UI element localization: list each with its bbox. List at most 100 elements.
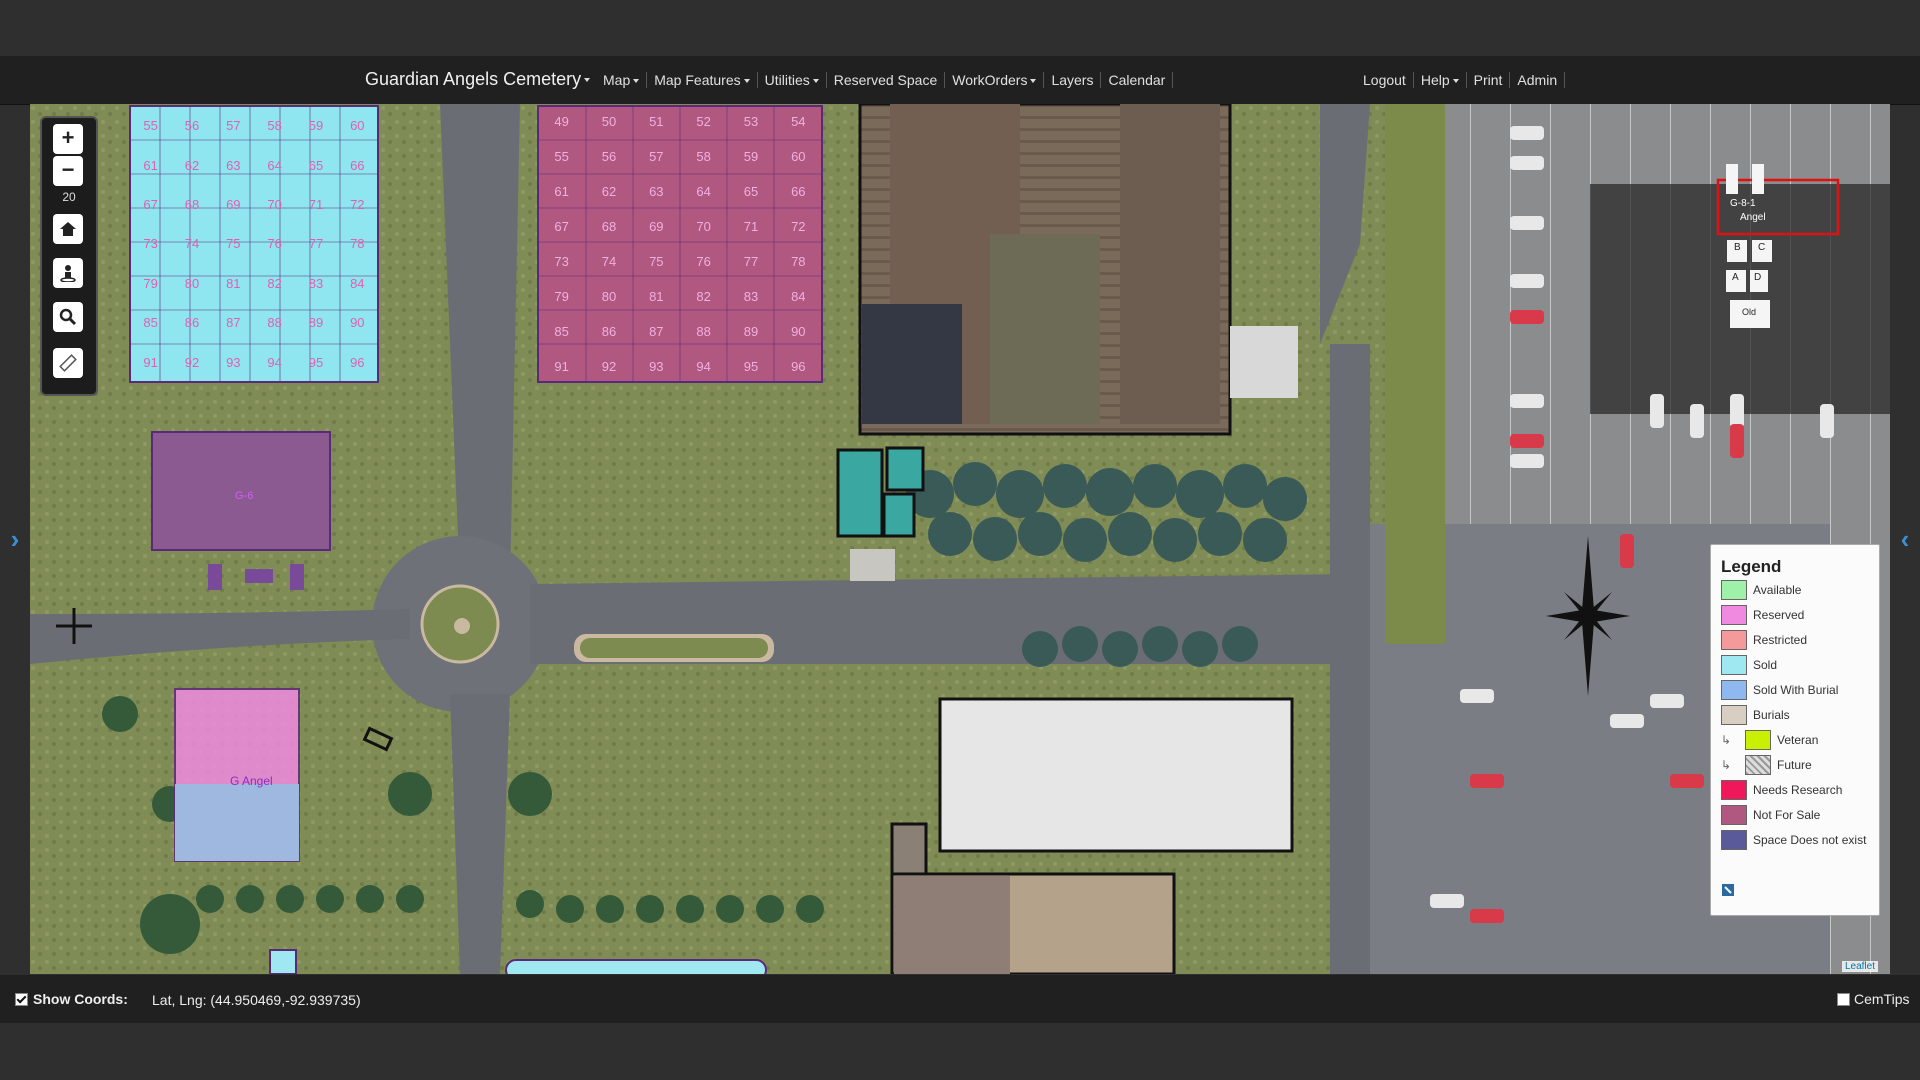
plot-number[interactable]: 65 xyxy=(295,145,336,184)
plot-number[interactable]: 66 xyxy=(775,174,822,209)
plot-number[interactable]: 64 xyxy=(254,145,295,184)
zoom-out-button[interactable]: − xyxy=(53,156,83,186)
plot-number[interactable]: 67 xyxy=(130,185,171,224)
plot-number[interactable]: 71 xyxy=(295,185,336,224)
nav-admin[interactable]: Admin xyxy=(1510,72,1566,88)
plot-number[interactable]: 84 xyxy=(337,264,378,303)
plot-number[interactable]: 69 xyxy=(633,209,680,244)
show-coords-checkbox[interactable] xyxy=(15,992,28,1006)
plot-number[interactable]: 83 xyxy=(295,264,336,303)
plot-number[interactable]: 63 xyxy=(213,145,254,184)
ruler-button[interactable] xyxy=(53,348,83,378)
nav-workorders[interactable]: WorkOrders xyxy=(945,72,1045,88)
plot-number[interactable]: 76 xyxy=(680,244,727,279)
zoom-in-button[interactable]: + xyxy=(53,124,83,154)
plot-number[interactable]: 60 xyxy=(775,139,822,174)
nav-logout[interactable]: Logout xyxy=(1356,72,1414,88)
plot-number[interactable]: 74 xyxy=(585,244,632,279)
plot-number[interactable]: 68 xyxy=(585,209,632,244)
nav-map-features[interactable]: Map Features xyxy=(647,72,758,88)
nav-map[interactable]: Map xyxy=(596,72,648,88)
plot-number[interactable]: 89 xyxy=(727,314,774,349)
plot-number[interactable]: 59 xyxy=(727,139,774,174)
plot-number[interactable]: 79 xyxy=(538,279,585,314)
plot-number[interactable]: 66 xyxy=(337,145,378,184)
plot-number[interactable]: 96 xyxy=(337,343,378,382)
plot-number[interactable]: 55 xyxy=(538,139,585,174)
plot-number[interactable]: 61 xyxy=(538,174,585,209)
plot-number[interactable]: 85 xyxy=(130,303,171,342)
plot-number[interactable]: 87 xyxy=(633,314,680,349)
plot-number[interactable]: 95 xyxy=(727,349,774,384)
plot-number[interactable]: 93 xyxy=(213,343,254,382)
plot-number[interactable]: 94 xyxy=(254,343,295,382)
plot-number[interactable]: 62 xyxy=(171,145,212,184)
zoom-search-button[interactable] xyxy=(53,302,83,332)
legend-collapse-icon[interactable] xyxy=(1721,883,1735,897)
street-view-button[interactable] xyxy=(53,258,83,288)
plot-number[interactable]: 58 xyxy=(680,139,727,174)
plot-number[interactable]: 82 xyxy=(254,264,295,303)
plot-number[interactable]: 88 xyxy=(254,303,295,342)
plot-number[interactable]: 64 xyxy=(680,174,727,209)
nav-print[interactable]: Print xyxy=(1467,72,1511,88)
plot-number[interactable]: 90 xyxy=(337,303,378,342)
plot-number[interactable]: 78 xyxy=(337,224,378,263)
plot-number[interactable]: 92 xyxy=(585,349,632,384)
plot-number[interactable]: 61 xyxy=(130,145,171,184)
plot-number[interactable]: 75 xyxy=(633,244,680,279)
plot-number[interactable]: 92 xyxy=(171,343,212,382)
plot-number[interactable]: 49 xyxy=(538,104,585,139)
plot-number[interactable]: 80 xyxy=(585,279,632,314)
plot-number[interactable]: 53 xyxy=(727,104,774,139)
nav-reserved-space[interactable]: Reserved Space xyxy=(827,72,946,88)
plot-number[interactable]: 57 xyxy=(633,139,680,174)
plot-number[interactable]: 71 xyxy=(727,209,774,244)
plot-number[interactable]: 67 xyxy=(538,209,585,244)
plot-number[interactable]: 89 xyxy=(295,303,336,342)
plot-number[interactable]: 77 xyxy=(295,224,336,263)
plot-number[interactable]: 72 xyxy=(337,185,378,224)
plot-number[interactable]: 84 xyxy=(775,279,822,314)
plot-number[interactable]: 59 xyxy=(295,106,336,145)
plot-number[interactable]: 72 xyxy=(775,209,822,244)
plot-number[interactable]: 96 xyxy=(775,349,822,384)
plot-number[interactable]: 54 xyxy=(775,104,822,139)
nav-layers[interactable]: Layers xyxy=(1044,72,1102,88)
plot-number[interactable]: 91 xyxy=(130,343,171,382)
nav-utilities[interactable]: Utilities xyxy=(758,72,827,88)
plot-number[interactable]: 62 xyxy=(585,174,632,209)
plot-number[interactable]: 79 xyxy=(130,264,171,303)
plot-number[interactable]: 82 xyxy=(680,279,727,314)
brand-menu[interactable]: Guardian Angels Cemetery xyxy=(365,69,591,90)
plot-number[interactable]: 63 xyxy=(633,174,680,209)
plot-number[interactable]: 73 xyxy=(130,224,171,263)
plot-number[interactable]: 51 xyxy=(633,104,680,139)
plot-number[interactable]: 56 xyxy=(585,139,632,174)
plot-number[interactable]: 80 xyxy=(171,264,212,303)
right-sidebar-toggle-icon[interactable]: ‹ xyxy=(1890,524,1920,554)
plot-number[interactable]: 87 xyxy=(213,303,254,342)
plot-number[interactable]: 70 xyxy=(680,209,727,244)
plot-number[interactable]: 95 xyxy=(295,343,336,382)
leaflet-attribution[interactable]: Leaflet xyxy=(1841,961,1878,972)
left-sidebar-toggle-icon[interactable]: › xyxy=(0,524,30,554)
home-button[interactable] xyxy=(53,214,83,244)
map-canvas[interactable]: + − 20 G-6 G Angel G-8-1 Angel B C A D O… xyxy=(30,104,1890,974)
nav-help[interactable]: Help xyxy=(1414,72,1467,88)
plot-number[interactable]: 78 xyxy=(775,244,822,279)
plot-number[interactable]: 52 xyxy=(680,104,727,139)
plot-number[interactable]: 81 xyxy=(213,264,254,303)
plot-number[interactable]: 57 xyxy=(213,106,254,145)
plot-number[interactable]: 88 xyxy=(680,314,727,349)
plot-number[interactable]: 86 xyxy=(171,303,212,342)
plot-number[interactable]: 68 xyxy=(171,185,212,224)
plot-number[interactable]: 60 xyxy=(337,106,378,145)
plot-number[interactable]: 90 xyxy=(775,314,822,349)
plot-number[interactable]: 75 xyxy=(213,224,254,263)
plot-number[interactable]: 81 xyxy=(633,279,680,314)
plot-number[interactable]: 65 xyxy=(727,174,774,209)
plot-number[interactable]: 69 xyxy=(213,185,254,224)
plot-number[interactable]: 91 xyxy=(538,349,585,384)
plot-number[interactable]: 86 xyxy=(585,314,632,349)
